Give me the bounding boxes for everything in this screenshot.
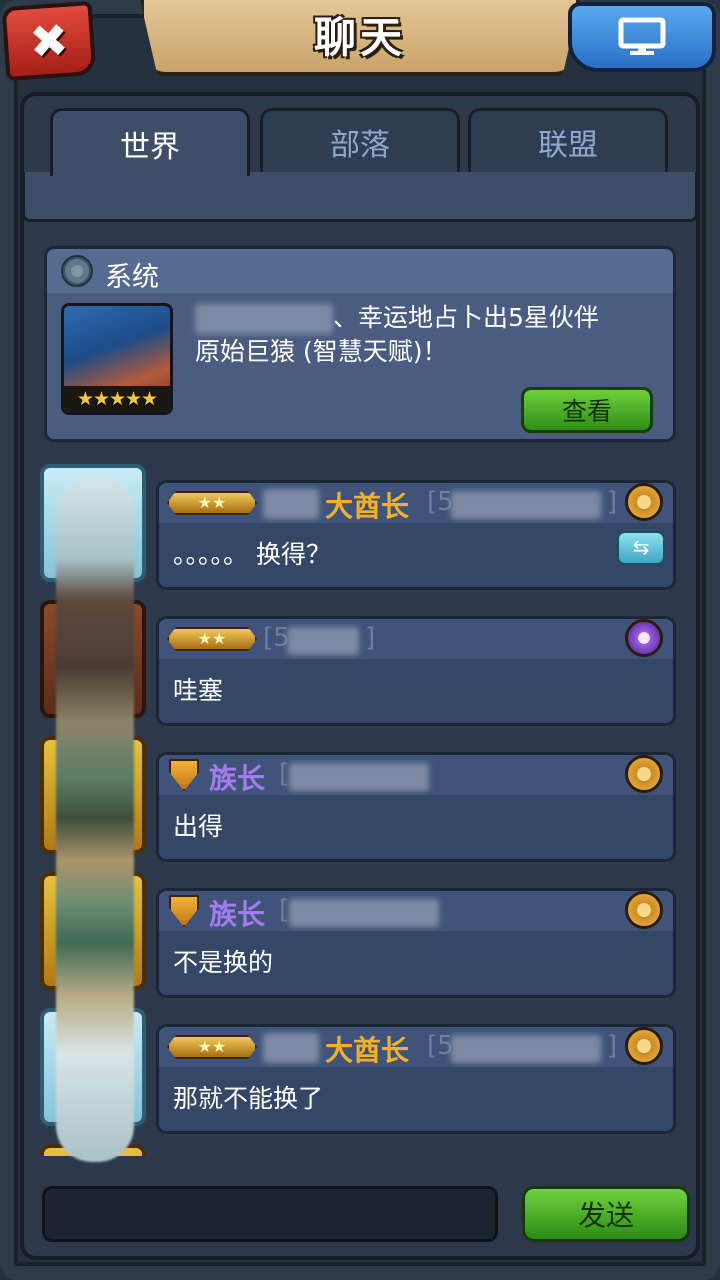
message-text: 出得	[173, 812, 224, 841]
message-bubble: 族长 [ 出得	[156, 752, 676, 862]
system-message-card: 系统 ★★★★★ 、幸运地占卜出5星伙伴 原始巨猿 (智慧天赋)！ 查看	[44, 246, 676, 442]
player-tag-open: [5	[427, 1031, 454, 1061]
player-title[interactable]: 族长	[209, 893, 265, 933]
blurred-tag	[451, 1035, 601, 1063]
blurred-name	[263, 489, 319, 519]
portrait-stars: ★★★★★	[64, 386, 170, 412]
tab-tribe[interactable]: 部落	[260, 108, 460, 172]
message-bubble: ★★ [5 ] 哇塞	[156, 616, 676, 726]
player-tag-open: [	[279, 895, 290, 925]
message-bubble: ★★ 大酋长 [5 ] 那就不能换了	[156, 1024, 676, 1134]
system-label: 系统	[105, 262, 159, 293]
rank-badge-icon	[625, 891, 663, 929]
blurred-name	[263, 1033, 319, 1063]
blurred-tag	[287, 627, 359, 655]
swap-icon[interactable]: ⇆	[617, 531, 665, 565]
message-bubble: 族长 [ 不是换的	[156, 888, 676, 998]
rank-badge-icon	[625, 1027, 663, 1065]
rank-badge-icon	[625, 483, 663, 521]
message-text: 那就不能换了	[173, 1084, 324, 1113]
player-name[interactable]: 大酋长	[325, 1029, 409, 1069]
screen-button[interactable]	[568, 2, 716, 72]
message-text: 不是换的	[173, 948, 274, 977]
chat-message	[30, 1144, 690, 1156]
player-tag-close: ]	[607, 487, 618, 517]
player-tag-open: [5	[263, 623, 290, 653]
player-tag-open: [5	[427, 487, 454, 517]
blurred-player-name	[195, 304, 333, 334]
tab-strip	[22, 172, 698, 222]
system-message-text: 、幸运地占卜出5星伙伴 原始巨猿 (智慧天赋)！	[195, 301, 665, 369]
rank-badge-icon	[625, 619, 663, 657]
system-message-line1: 、幸运地占卜出5星伙伴	[333, 303, 599, 332]
player-tag-close: ]	[607, 1031, 618, 1061]
gear-icon	[61, 255, 93, 287]
blurred-tag	[289, 763, 429, 791]
chat-input[interactable]	[42, 1186, 498, 1242]
message-text: 哇塞	[173, 676, 224, 705]
monitor-icon	[618, 17, 666, 55]
hero-portrait[interactable]: ★★★★★	[61, 303, 173, 415]
close-icon: ✖	[27, 12, 71, 70]
view-button[interactable]: 查看	[521, 387, 653, 433]
message-bubble: ★★ 大酋长 [5 ] 。。。。。 换得？ ⇆	[156, 480, 676, 590]
system-message-line2: 原始巨猿 (智慧天赋)！	[195, 337, 448, 366]
player-name[interactable]: 大酋长	[325, 485, 409, 525]
privacy-mosaic	[56, 476, 134, 1162]
player-title[interactable]: 族长	[209, 757, 265, 797]
player-tag-close: ]	[365, 623, 376, 653]
rank-stars: ★★	[167, 1035, 257, 1059]
tab-world[interactable]: 世界	[50, 108, 250, 176]
send-button[interactable]: 发送	[522, 1186, 690, 1242]
player-tag-open: [	[279, 759, 290, 789]
blurred-tag	[451, 491, 601, 519]
rank-stars: ★★	[167, 627, 257, 651]
rank-stars: ★★	[167, 491, 257, 515]
blurred-tag	[289, 899, 439, 927]
message-text: 。。。。。 换得？	[173, 540, 331, 569]
chat-screen: 聊天 ✖ 世界 部落 联盟 系统 ★★★★★ 、幸运地占卜出5星伙伴 原始巨猿 …	[0, 0, 720, 1280]
rank-badge-icon	[625, 755, 663, 793]
close-button[interactable]: ✖	[1, 0, 97, 82]
tab-alliance[interactable]: 联盟	[468, 108, 668, 172]
page-title: 聊天	[313, 13, 406, 62]
